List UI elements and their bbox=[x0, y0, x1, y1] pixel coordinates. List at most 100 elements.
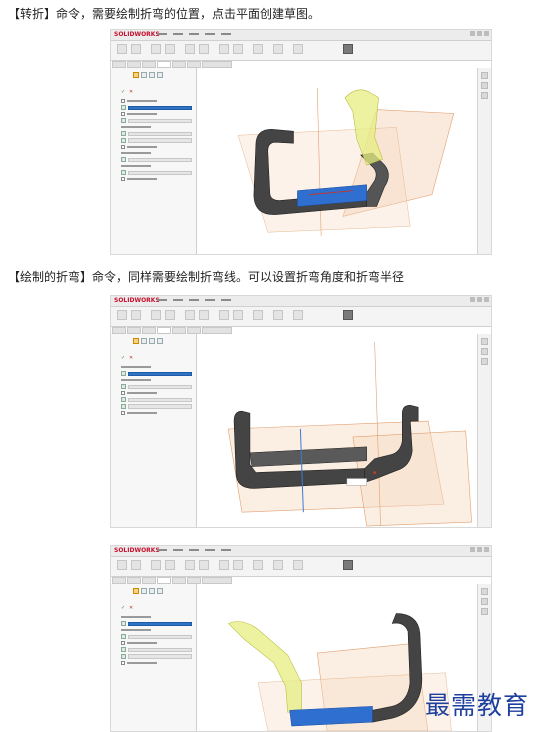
tab[interactable] bbox=[172, 577, 186, 584]
fixed-face-box[interactable] bbox=[128, 371, 192, 376]
ribbon-button[interactable] bbox=[233, 560, 243, 570]
menu-item[interactable] bbox=[173, 549, 183, 551]
menu-item[interactable] bbox=[157, 299, 167, 301]
ribbon-button[interactable] bbox=[131, 310, 141, 320]
bend-angle-field[interactable] bbox=[128, 647, 192, 652]
dim-expert-icon[interactable] bbox=[157, 588, 163, 594]
menu-item[interactable] bbox=[157, 33, 167, 35]
ribbon-button[interactable] bbox=[233, 310, 243, 320]
bend-angle-field[interactable] bbox=[128, 397, 192, 402]
confirm-icon[interactable]: ✓ bbox=[121, 89, 125, 95]
menu-item[interactable] bbox=[189, 299, 199, 301]
offset-field[interactable] bbox=[128, 131, 192, 136]
menu-item[interactable] bbox=[205, 299, 215, 301]
radius-field[interactable] bbox=[128, 118, 192, 123]
tab[interactable] bbox=[157, 577, 171, 584]
close-icon[interactable] bbox=[484, 297, 489, 302]
fixed-face-box[interactable] bbox=[128, 621, 192, 626]
task-pane-icon[interactable] bbox=[481, 598, 488, 605]
ribbon-button[interactable] bbox=[253, 44, 263, 54]
feature-manager-icon[interactable] bbox=[133, 72, 139, 78]
ribbon-button[interactable] bbox=[219, 560, 229, 570]
property-manager-icon[interactable] bbox=[141, 72, 147, 78]
ribbon-button[interactable] bbox=[293, 44, 303, 54]
graphics-area[interactable] bbox=[198, 68, 477, 254]
bend-radius-field[interactable] bbox=[128, 654, 192, 659]
tab[interactable] bbox=[187, 61, 201, 68]
menu-item[interactable] bbox=[173, 33, 183, 35]
tab[interactable] bbox=[142, 577, 156, 584]
tab[interactable] bbox=[112, 577, 126, 584]
sketched-bend-command-button[interactable] bbox=[343, 310, 353, 320]
dimension-tag[interactable] bbox=[346, 478, 367, 486]
tab[interactable] bbox=[187, 327, 201, 334]
ribbon-button[interactable] bbox=[273, 44, 283, 54]
minimize-icon[interactable] bbox=[470, 297, 475, 302]
maximize-icon[interactable] bbox=[477, 297, 482, 302]
config-manager-icon[interactable] bbox=[149, 338, 155, 344]
tab[interactable] bbox=[157, 61, 171, 68]
close-icon[interactable] bbox=[484, 31, 489, 36]
ribbon-button[interactable] bbox=[253, 560, 263, 570]
menu-item[interactable] bbox=[205, 33, 215, 35]
close-icon[interactable] bbox=[484, 547, 489, 552]
maximize-icon[interactable] bbox=[477, 31, 482, 36]
property-manager-icon[interactable] bbox=[141, 588, 147, 594]
tab[interactable] bbox=[172, 327, 186, 334]
ribbon-button[interactable] bbox=[185, 310, 195, 320]
task-pane-icon[interactable] bbox=[481, 348, 488, 355]
ribbon-button[interactable] bbox=[151, 560, 161, 570]
ribbon-button[interactable] bbox=[117, 310, 127, 320]
tab[interactable] bbox=[127, 61, 141, 68]
tab[interactable] bbox=[112, 61, 126, 68]
tab[interactable] bbox=[202, 327, 232, 334]
tab[interactable] bbox=[142, 61, 156, 68]
confirm-icon[interactable]: ✓ bbox=[121, 605, 125, 611]
task-pane-icon[interactable] bbox=[481, 588, 488, 595]
tab[interactable] bbox=[202, 61, 232, 68]
ribbon-button[interactable] bbox=[219, 310, 229, 320]
feature-manager-icon[interactable] bbox=[133, 338, 139, 344]
tab[interactable] bbox=[202, 577, 232, 584]
task-pane-icon[interactable] bbox=[481, 82, 488, 89]
ribbon-button[interactable] bbox=[273, 310, 283, 320]
dim-expert-icon[interactable] bbox=[157, 338, 163, 344]
menu-item[interactable] bbox=[221, 549, 231, 551]
sketched-bend-command-button[interactable] bbox=[343, 560, 353, 570]
menu-item[interactable] bbox=[157, 549, 167, 551]
bend-radius-field[interactable] bbox=[128, 404, 192, 409]
menu-item[interactable] bbox=[221, 33, 231, 35]
tab[interactable] bbox=[127, 327, 141, 334]
ribbon-button[interactable] bbox=[165, 310, 175, 320]
minimize-icon[interactable] bbox=[470, 547, 475, 552]
ribbon-button[interactable] bbox=[151, 44, 161, 54]
tab[interactable] bbox=[112, 327, 126, 334]
selection-box[interactable] bbox=[128, 105, 192, 110]
ribbon-button[interactable] bbox=[117, 44, 127, 54]
minimize-icon[interactable] bbox=[470, 31, 475, 36]
menu-item[interactable] bbox=[189, 549, 199, 551]
ribbon-button[interactable] bbox=[293, 560, 303, 570]
position-field[interactable] bbox=[128, 157, 192, 162]
menu-item[interactable] bbox=[189, 33, 199, 35]
distance-field[interactable] bbox=[128, 138, 192, 143]
confirm-icon[interactable]: ✓ bbox=[121, 355, 125, 361]
ribbon-button[interactable] bbox=[185, 560, 195, 570]
tab[interactable] bbox=[187, 577, 201, 584]
ribbon-button[interactable] bbox=[185, 44, 195, 54]
ribbon-button[interactable] bbox=[219, 44, 229, 54]
task-pane-icon[interactable] bbox=[481, 608, 488, 615]
ribbon-button[interactable] bbox=[273, 560, 283, 570]
dim-expert-icon[interactable] bbox=[157, 72, 163, 78]
task-pane-icon[interactable] bbox=[481, 338, 488, 345]
ribbon-button[interactable] bbox=[199, 560, 209, 570]
ribbon-button[interactable] bbox=[131, 44, 141, 54]
angle-field[interactable] bbox=[128, 170, 192, 175]
ribbon-button[interactable] bbox=[165, 44, 175, 54]
menu-item[interactable] bbox=[221, 299, 231, 301]
ribbon-button[interactable] bbox=[293, 310, 303, 320]
task-pane-icon[interactable] bbox=[481, 358, 488, 365]
ribbon-button[interactable] bbox=[233, 44, 243, 54]
feature-manager-icon[interactable] bbox=[133, 588, 139, 594]
ribbon-button[interactable] bbox=[165, 560, 175, 570]
